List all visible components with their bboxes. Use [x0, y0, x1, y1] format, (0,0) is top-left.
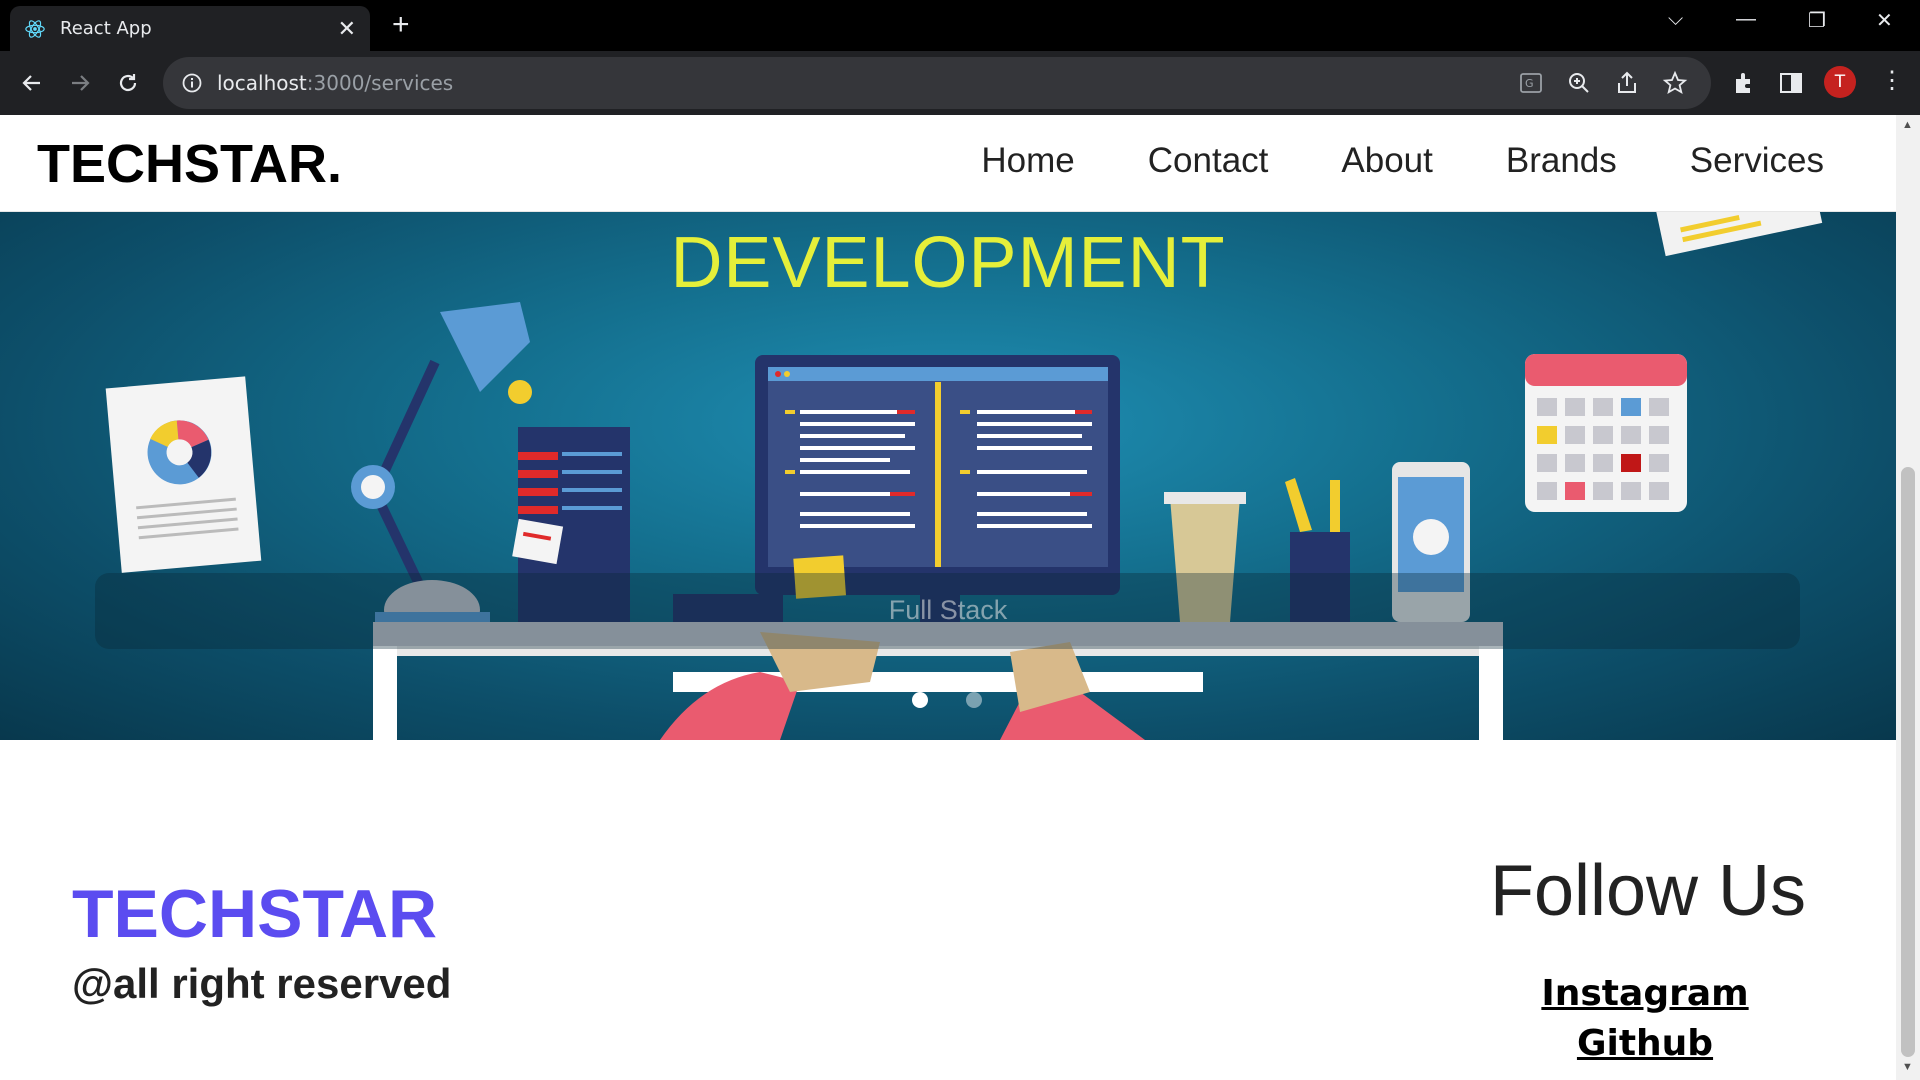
site-logo[interactable]: TECHSTAR. — [37, 133, 342, 195]
site-info-icon[interactable] — [181, 72, 203, 94]
site-header: TECHSTAR. Home Contact About Brands Serv… — [0, 115, 1896, 212]
footer-rights: @all right reserved — [72, 960, 452, 1007]
follow-us-title: Follow Us — [1490, 851, 1807, 931]
nav-contact[interactable]: Contact — [1148, 141, 1269, 181]
carousel-indicators — [912, 692, 982, 708]
footer-brand: TECHSTAR — [72, 876, 438, 952]
translate-icon[interactable]: G — [1517, 69, 1545, 97]
tab-close-icon[interactable]: ✕ — [338, 17, 356, 40]
browser-menu-icon[interactable]: ⋮ — [1880, 69, 1904, 93]
url-text: localhost:3000/services — [217, 71, 453, 95]
forward-icon[interactable] — [62, 65, 98, 101]
address-bar[interactable]: localhost:3000/services G — [163, 57, 1711, 109]
page-viewport: TECHSTAR. Home Contact About Brands Serv… — [0, 115, 1896, 1080]
zoom-icon[interactable] — [1565, 69, 1593, 97]
window-close-icon[interactable]: ✕ — [1876, 8, 1893, 33]
instagram-link[interactable]: Instagram — [1490, 973, 1800, 1014]
reload-icon[interactable] — [110, 65, 146, 101]
nav-brands[interactable]: Brands — [1506, 141, 1617, 181]
url-host: localhost — [217, 71, 307, 95]
main-nav: Home Contact About Brands Services — [981, 141, 1896, 181]
restore-icon[interactable]: ❐ — [1808, 8, 1826, 33]
react-logo-icon — [25, 19, 45, 38]
scroll-down-icon[interactable]: ▼ — [1902, 1061, 1913, 1073]
profile-avatar[interactable]: T — [1824, 66, 1856, 98]
nav-home[interactable]: Home — [981, 141, 1074, 181]
share-icon[interactable] — [1613, 69, 1641, 97]
bookmark-star-icon[interactable] — [1661, 69, 1689, 97]
browser-tab-bar: React App ✕ + ⌵ — ❐ ✕ — [0, 0, 1920, 51]
nav-about[interactable]: About — [1341, 141, 1432, 181]
browser-toolbar: localhost:3000/services G T ⋮ — [0, 51, 1920, 115]
hero-carousel[interactable]: DEVELOPMENT Full Stack — [0, 212, 1896, 740]
carousel-dot-1[interactable] — [912, 692, 928, 708]
scroll-thumb[interactable] — [1901, 467, 1915, 1057]
svg-text:G: G — [1525, 77, 1534, 90]
tab-title: React App — [60, 18, 152, 39]
new-tab-icon[interactable]: + — [392, 10, 410, 40]
github-link[interactable]: Github — [1490, 1023, 1800, 1064]
extensions-icon[interactable] — [1730, 69, 1758, 97]
tab-search-icon[interactable]: ⌵ — [1668, 8, 1683, 31]
scroll-up-icon[interactable]: ▲ — [1902, 119, 1913, 131]
hero-title: DEVELOPMENT — [670, 223, 1226, 303]
slide-caption: Full Stack — [888, 595, 1008, 625]
carousel-dot-2[interactable] — [966, 692, 982, 708]
side-panel-icon[interactable] — [1777, 69, 1805, 97]
page-scrollbar[interactable]: ▲ ▼ — [1896, 115, 1920, 1080]
browser-tab[interactable]: React App ✕ — [10, 6, 370, 51]
back-icon[interactable] — [14, 65, 50, 101]
nav-services[interactable]: Services — [1690, 141, 1824, 181]
minimize-icon[interactable]: — — [1736, 8, 1756, 31]
url-path: :3000/services — [306, 71, 454, 95]
